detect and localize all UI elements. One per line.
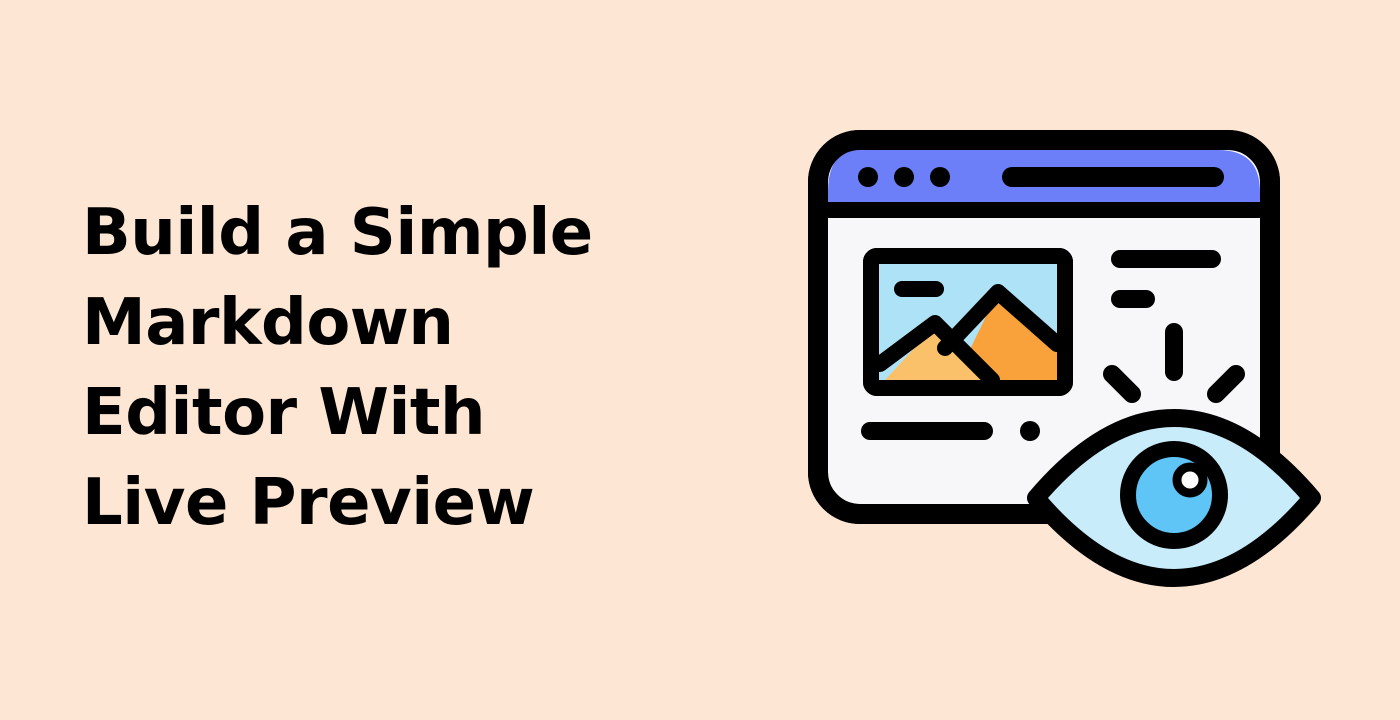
- page-title: Build a Simple Markdown Editor With Live…: [82, 188, 702, 548]
- title-line-3: Editor With: [82, 376, 486, 450]
- window-dot-2: [894, 167, 914, 187]
- window-dot-3: [930, 167, 950, 187]
- image-placeholder-icon: [863, 248, 1073, 396]
- banner: Build a Simple Markdown Editor With Live…: [0, 0, 1400, 720]
- text-dot: [1020, 421, 1040, 441]
- title-line-4: Live Preview: [82, 466, 535, 540]
- window-dot-1: [858, 167, 878, 187]
- title-line-2: Markdown: [82, 286, 454, 360]
- title-line-1: Build a Simple: [82, 196, 593, 270]
- browser-window-preview-icon: [808, 130, 1321, 587]
